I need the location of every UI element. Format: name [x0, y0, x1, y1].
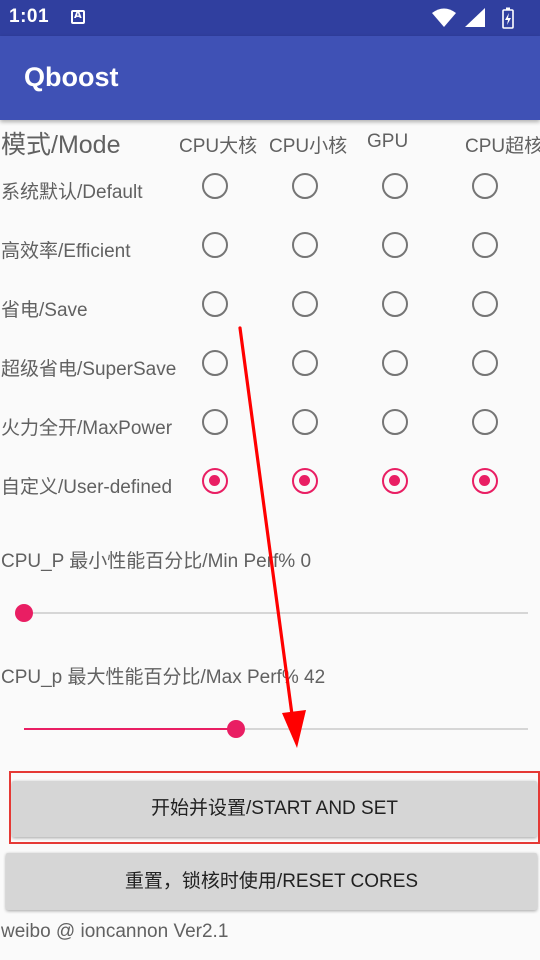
annotation-arrow	[238, 326, 306, 748]
